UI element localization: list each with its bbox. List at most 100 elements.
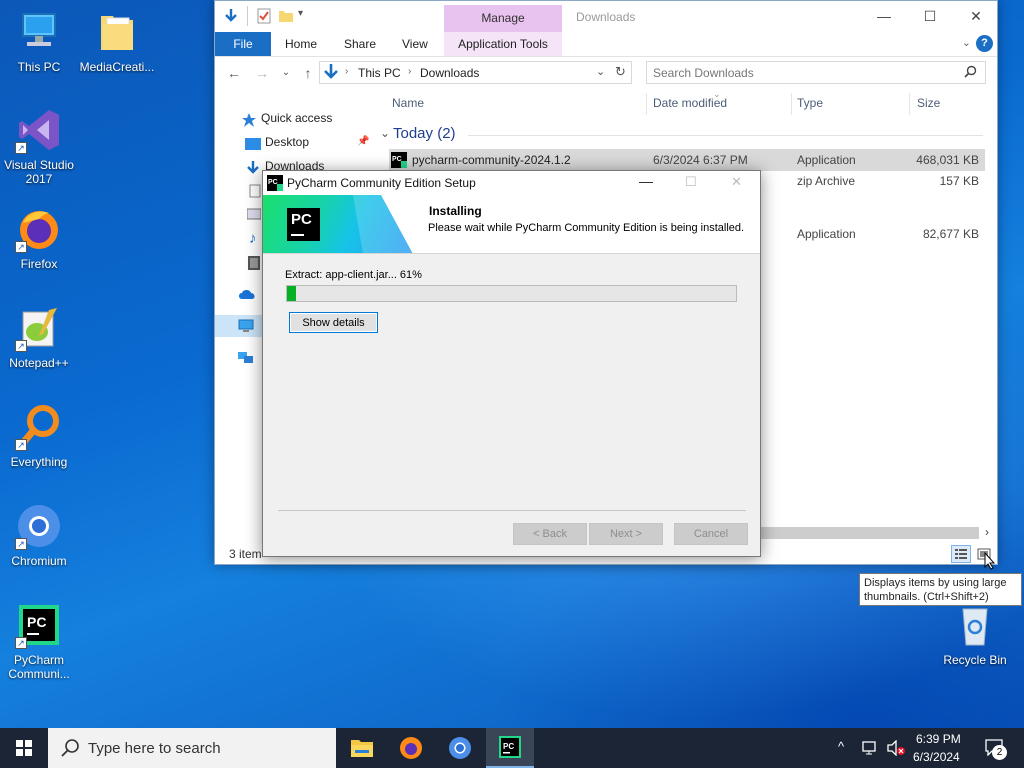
- explorer-titlebar[interactable]: ▾ Manage Downloads — ☐ ✕: [215, 1, 997, 32]
- pycharm-file-icon: PC: [391, 152, 407, 171]
- downloads-arrow-icon: [245, 160, 261, 174]
- desktop-icon-recycle-bin[interactable]: Recycle Bin: [936, 601, 1014, 667]
- onedrive-cloud-icon[interactable]: [238, 289, 256, 303]
- pictures-icon[interactable]: [246, 208, 262, 223]
- taskbar-file-explorer[interactable]: [338, 728, 386, 768]
- column-header-type[interactable]: Type: [797, 96, 823, 110]
- recent-locations-chevron-icon[interactable]: ⌄: [275, 63, 297, 83]
- search-box[interactable]: [646, 61, 986, 84]
- search-input[interactable]: [653, 65, 953, 81]
- separator: [247, 6, 248, 26]
- address-bar[interactable]: › This PC › Downloads ⌄ ↻: [319, 61, 632, 84]
- tab-view[interactable]: View: [390, 32, 440, 56]
- documents-icon[interactable]: [249, 184, 261, 201]
- notification-count-badge: 2: [992, 745, 1007, 760]
- desktop-icon-firefox[interactable]: ↗ Firefox: [0, 205, 78, 271]
- taskbar: Type here to search PC ^ 6:39 PM 6/3/202…: [0, 728, 1024, 768]
- show-hidden-icons-chevron-icon[interactable]: ^: [838, 739, 844, 754]
- forward-arrow-icon[interactable]: →: [251, 63, 273, 83]
- tab-share[interactable]: Share: [332, 32, 388, 56]
- collapse-group-chevron-icon[interactable]: ⌄: [380, 126, 390, 140]
- breadcrumb-this-pc[interactable]: This PC: [358, 66, 401, 80]
- show-details-button[interactable]: Show details: [289, 312, 378, 333]
- column-header-date-modified[interactable]: Date modified: [653, 96, 727, 110]
- pycharm-icon: PC ↗: [15, 601, 63, 649]
- desktop-icon-visual-studio[interactable]: ↗ Visual Studio 2017: [0, 106, 78, 186]
- address-dropdown-chevron-icon[interactable]: ⌄: [596, 65, 605, 78]
- breadcrumb-downloads[interactable]: Downloads: [420, 66, 479, 80]
- close-icon[interactable]: ✕: [953, 5, 999, 29]
- minimize-icon[interactable]: —: [639, 173, 653, 189]
- search-icon[interactable]: [964, 65, 977, 81]
- videos-icon[interactable]: [248, 256, 260, 273]
- taskbar-pycharm-setup[interactable]: PC: [486, 728, 534, 768]
- setup-titlebar[interactable]: PC PyCharm Community Edition Setup — ☐ ✕: [263, 171, 760, 195]
- tab-application-tools[interactable]: Application Tools: [444, 32, 562, 56]
- clock-time[interactable]: 6:39 PM: [916, 732, 961, 746]
- up-arrow-icon[interactable]: ↑: [297, 63, 319, 83]
- download-arrow-icon[interactable]: [223, 8, 239, 24]
- nav-item-desktop[interactable]: Desktop: [245, 131, 309, 153]
- help-icon[interactable]: ?: [976, 35, 993, 52]
- file-size: 468,031 KB: [916, 153, 979, 167]
- desktop-icon-label: Recycle Bin: [943, 653, 1007, 667]
- customize-toolbar-dropdown-icon[interactable]: ▾: [298, 8, 314, 24]
- file-row[interactable]: PC pycharm-community-2024.1.2 6/3/2024 6…: [389, 149, 985, 171]
- clock-date[interactable]: 6/3/2024: [913, 750, 960, 764]
- minimize-icon[interactable]: —: [861, 5, 907, 29]
- desktop-icon-pycharm[interactable]: PC ↗ PyCharm Communi...: [0, 601, 78, 681]
- desktop-icon-everything[interactable]: ↗ Everything: [0, 403, 78, 469]
- pycharm-app-icon: PC: [267, 175, 283, 194]
- pin-icon[interactable]: 📌: [357, 136, 369, 147]
- group-header-today[interactable]: Today (2): [393, 125, 456, 142]
- start-button[interactable]: [0, 728, 48, 768]
- taskbar-chromium[interactable]: [436, 728, 484, 768]
- tab-home[interactable]: Home: [273, 32, 329, 56]
- desktop-icon-this-pc[interactable]: This PC: [0, 8, 78, 74]
- expand-ribbon-chevron-icon[interactable]: ⌄: [962, 36, 971, 49]
- pycharm-setup-dialog[interactable]: PC PyCharm Community Edition Setup — ☐ ✕…: [262, 170, 761, 557]
- network-status-icon[interactable]: [862, 740, 880, 759]
- network-icon[interactable]: [238, 351, 254, 368]
- desktop-icon-chromium[interactable]: ↗ Chromium: [0, 502, 78, 568]
- close-icon[interactable]: ✕: [731, 174, 742, 190]
- location-download-icon: [323, 63, 339, 84]
- maximize-icon[interactable]: ☐: [685, 174, 697, 190]
- chromium-icon: [449, 737, 471, 759]
- back-button[interactable]: < Back: [513, 523, 587, 545]
- taskbar-firefox[interactable]: [387, 728, 435, 768]
- column-separator[interactable]: [909, 93, 910, 115]
- nav-item-quick-access[interactable]: Quick access: [241, 107, 332, 129]
- desktop-icon-mediacreation[interactable]: MediaCreati...: [78, 8, 156, 74]
- header-subtitle: Please wait while PyCharm Community Edit…: [428, 222, 745, 234]
- new-folder-icon[interactable]: [278, 8, 294, 24]
- details-view-icon[interactable]: [951, 545, 971, 563]
- svg-text:PC: PC: [503, 742, 514, 751]
- horizontal-scrollbar-thumb[interactable]: [761, 527, 979, 539]
- search-icon: [60, 738, 80, 761]
- breadcrumb-chevron-icon: ›: [408, 66, 412, 77]
- properties-icon[interactable]: [256, 8, 272, 24]
- star-icon: [241, 112, 257, 127]
- tab-file[interactable]: File: [215, 32, 271, 56]
- desktop-icon-notepadpp[interactable]: ↗ Notepad++: [0, 304, 78, 370]
- music-icon[interactable]: ♪: [249, 230, 257, 247]
- window-title: Downloads: [576, 10, 636, 24]
- dialog-separator: [278, 510, 746, 511]
- back-arrow-icon[interactable]: ←: [223, 63, 245, 83]
- taskbar-search-box[interactable]: Type here to search: [48, 728, 336, 768]
- next-button[interactable]: Next >: [589, 523, 663, 545]
- volume-muted-icon[interactable]: [886, 739, 906, 759]
- cancel-button[interactable]: Cancel: [674, 523, 748, 545]
- column-separator[interactable]: [646, 93, 647, 115]
- manage-tab[interactable]: Manage: [444, 5, 562, 32]
- desktop-icon-label: Notepad++: [9, 356, 69, 370]
- svg-text:PC: PC: [27, 614, 46, 630]
- column-header-name[interactable]: Name: [392, 96, 424, 110]
- column-header-size[interactable]: Size: [917, 96, 940, 110]
- refresh-icon[interactable]: ↻: [615, 64, 626, 80]
- scroll-right-arrow-icon[interactable]: ›: [985, 525, 989, 539]
- column-separator[interactable]: [791, 93, 792, 115]
- maximize-icon[interactable]: ☐: [907, 5, 953, 29]
- desktop-icon-label: MediaCreati...: [79, 60, 155, 74]
